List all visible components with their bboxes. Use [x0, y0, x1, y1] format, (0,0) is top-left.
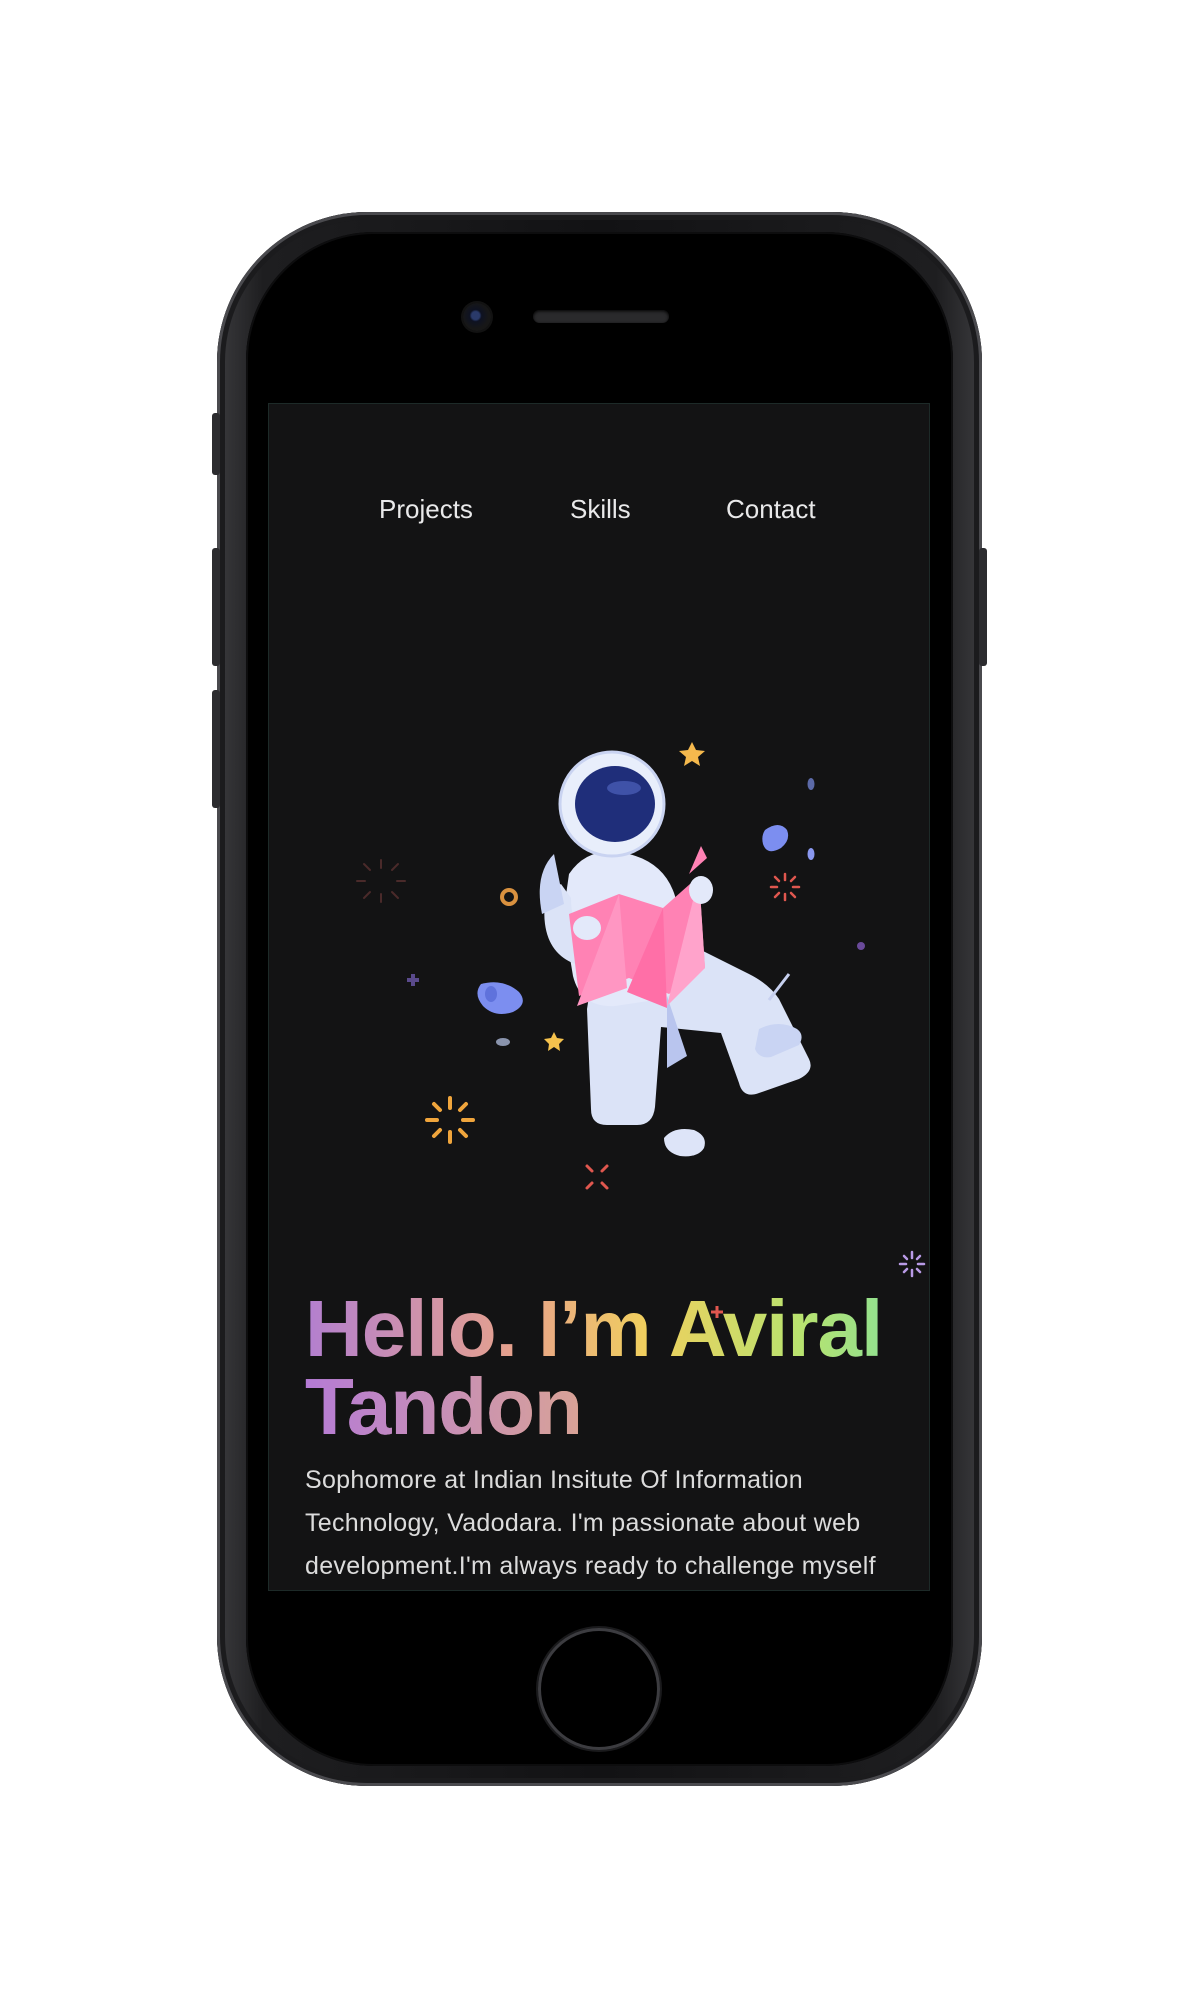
hero-title: Hello. I’m Aviral Tandon [305, 1290, 925, 1446]
volume-up-button [212, 548, 220, 666]
top-navigation: Projects Skills Contact [269, 494, 929, 534]
volume-down-button [212, 690, 220, 808]
mute-switch [212, 413, 220, 475]
hero-title-line-2: Tandon [305, 1366, 925, 1446]
sparkle-icon [898, 1250, 926, 1278]
hero-bio: Sophomore at Indian Insitute Of Informat… [305, 1466, 876, 1580]
nav-link-skills[interactable]: Skills [570, 494, 631, 525]
astronaut-reading-map-illustration [356, 742, 865, 1190]
nav-link-projects[interactable]: Projects [379, 494, 473, 525]
phone-screen: Projects Skills Contact Hello. I’m Avira… [269, 404, 929, 1590]
hero-title-line-1: Hello. I’m Aviral [305, 1283, 883, 1373]
nav-link-contact[interactable]: Contact [726, 494, 816, 525]
front-camera-icon [463, 303, 491, 331]
power-button [979, 548, 987, 666]
earpiece-speaker [533, 310, 669, 323]
home-button[interactable] [538, 1628, 660, 1750]
